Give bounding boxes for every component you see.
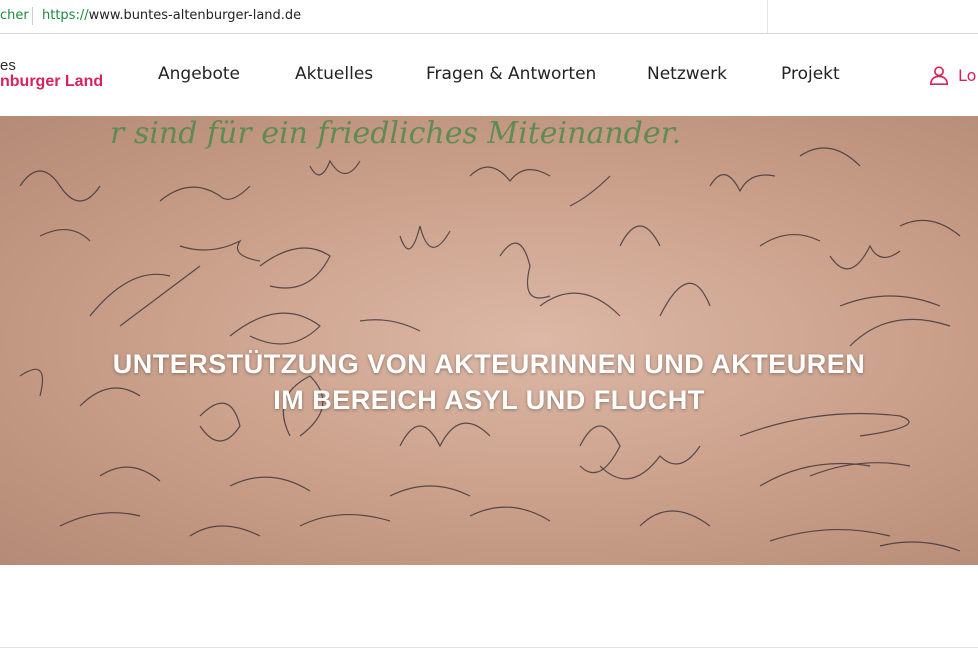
url-scheme: https:// [42,8,89,23]
page-divider [0,647,978,648]
nav-item-angebote[interactable]: Angebote [158,64,240,84]
user-icon [929,66,949,85]
nav-item-netzwerk[interactable]: Netzwerk [647,64,727,84]
address-separator [32,7,33,25]
nav-item-projekt[interactable]: Projekt [781,64,840,84]
url-field[interactable]: https://www.buntes-altenburger-land.de [42,8,301,23]
browser-address-bar: cher https://www.buntes-altenburger-land… [0,0,978,34]
hero-title-line-2: IM BEREICH ASYL UND FLUCHT [273,385,705,415]
logo-line-2: nburger Land [0,73,104,90]
signature-wall-image [19,147,961,552]
nav-item-fragen-antworten[interactable]: Fragen & Antworten [426,64,596,84]
logo-line-1: es [0,57,16,74]
hero-handwritten-text: r sind für ein friedliches Miteinander. [110,116,682,151]
login-link[interactable]: Lo [928,62,976,88]
hero-banner: r sind für ein friedliches Miteinander. … [0,116,978,565]
hero-title-line-1: UNTERSTÜTZUNG VON AKTEURINNEN UND AKTEUR… [112,349,866,379]
nav-item-aktuelles[interactable]: Aktuelles [295,64,373,84]
login-label: Lo [958,65,977,85]
secure-label: cher [0,8,29,23]
url-host: www.buntes-altenburger-land.de [88,8,302,23]
site-header: es nburger Land Angebote Aktuelles Frage… [0,34,978,116]
address-bar-right-area [767,0,978,33]
